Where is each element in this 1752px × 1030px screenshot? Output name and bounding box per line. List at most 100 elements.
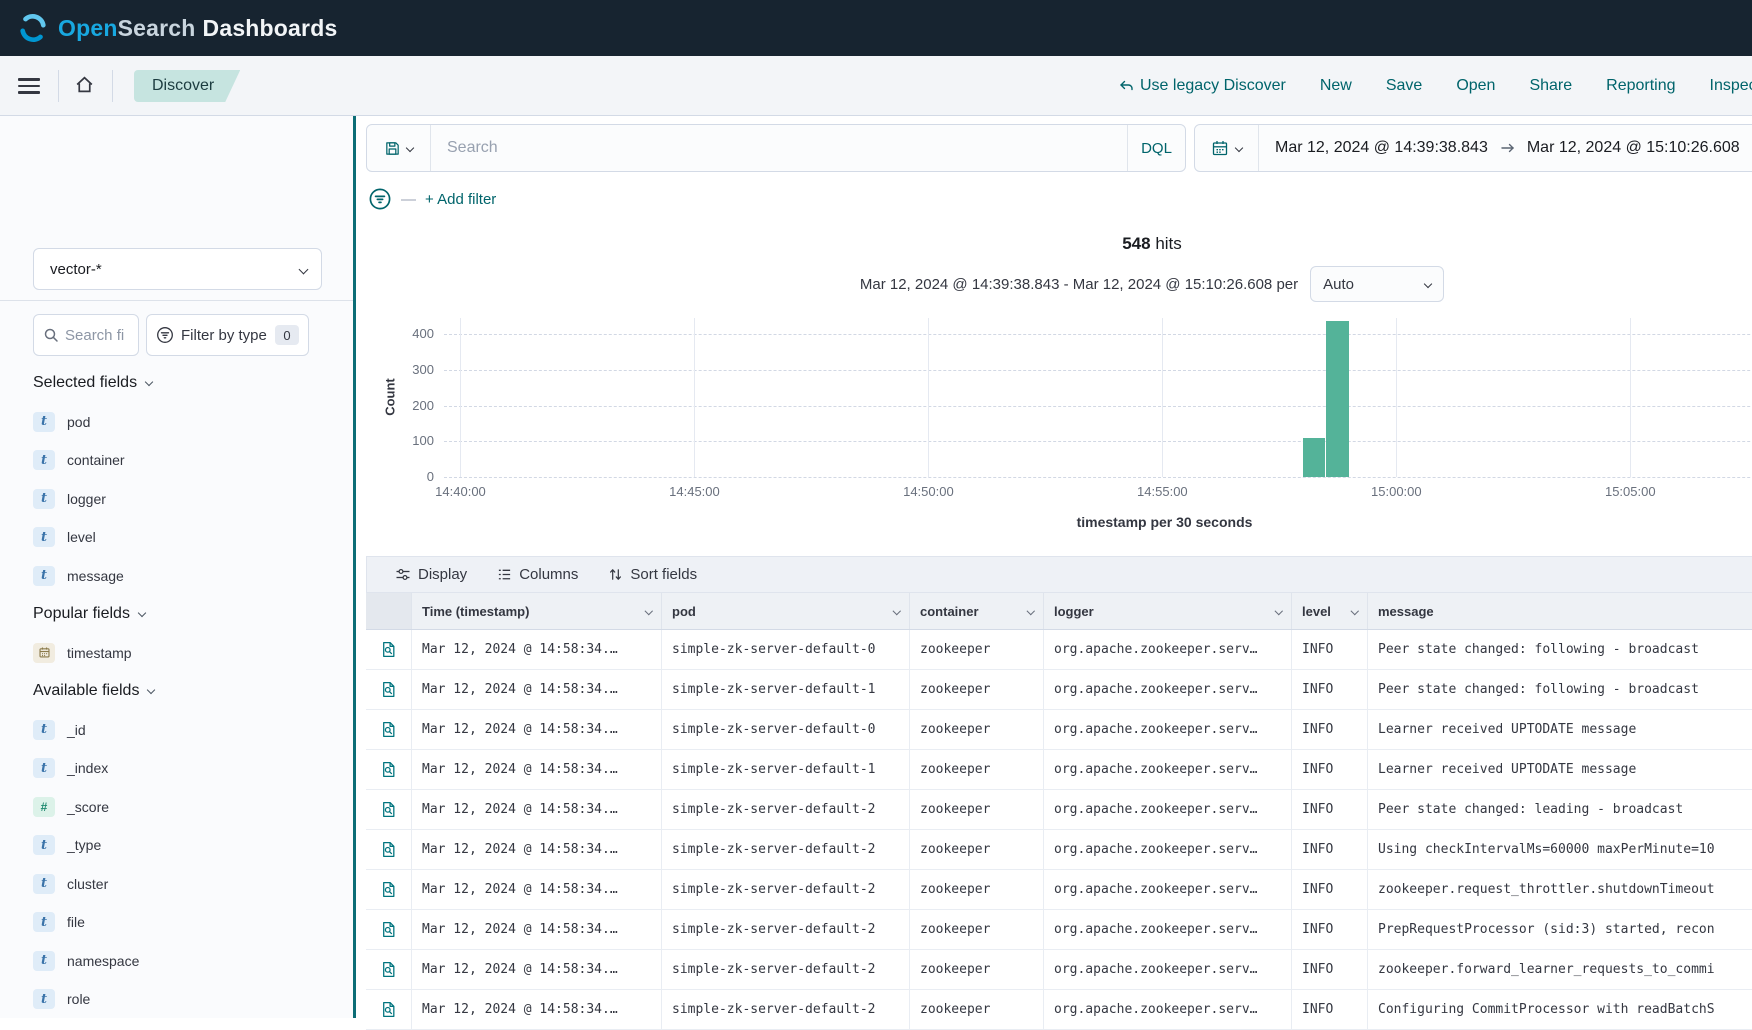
expand-document-button[interactable] [366,790,412,829]
opensearch-logo-icon[interactable] [18,13,48,43]
toolbar-menu-item[interactable]: New [1320,77,1352,95]
toolbar-menu-item[interactable]: Reporting [1606,77,1675,95]
index-pattern-select[interactable]: vector-* [33,248,322,290]
expand-column-header [366,593,412,629]
expand-document-button[interactable] [366,750,412,789]
field-type-icon: # [33,797,55,817]
filter-bar: — + Add filter [368,186,496,212]
field-item[interactable]: t namespace [33,942,337,981]
column-header-logger[interactable]: logger [1044,593,1292,629]
interval-value: Auto [1323,276,1354,293]
expand-document-button[interactable] [366,830,412,869]
field-item[interactable]: t _id [33,711,337,750]
expand-document-button[interactable] [366,710,412,749]
histogram-plot[interactable]: 010020030040014:40:0014:45:0014:50:0014:… [444,318,1752,477]
app-title: OpenSearchDashboards [58,15,337,42]
display-button[interactable]: Display [395,566,467,583]
popular-fields-header[interactable]: Popular fields [33,595,337,634]
expand-document-button[interactable] [366,870,412,909]
toolbar-menu: Use legacy Discover New Save Open Share Repo… [1118,56,1752,115]
search-input[interactable] [431,125,1127,171]
cell-message: Peer state changed: following - broadcas… [1368,670,1752,709]
x-gridline [694,318,695,477]
undo-icon [1118,78,1134,93]
cell-container: zookeeper [910,750,1044,789]
query-language-button[interactable]: DQL [1127,125,1185,171]
column-header-container[interactable]: container [910,593,1044,629]
cell-level: INFO [1292,750,1368,789]
field-item[interactable]: t role [33,980,337,1019]
field-search-input[interactable] [65,327,135,344]
cell-message: zookeeper.forward_learner_requests_to_co… [1368,950,1752,989]
field-item[interactable]: t message [33,557,337,596]
filter-set-icon[interactable] [368,187,392,211]
end-date-button[interactable]: Mar 12, 2024 @ 15:10:26.608 [1527,139,1740,157]
field-search-box[interactable] [33,314,139,356]
save-icon [384,140,401,157]
table-toolbar: Display Columns Sort fields [366,556,1752,592]
cell-logger: org.apache.zookeeper.serv… [1044,750,1292,789]
table-row: Mar 12, 2024 @ 14:58:34.… simple-zk-serv… [366,630,1752,670]
column-header-level[interactable]: level [1292,593,1368,629]
cell-logger: org.apache.zookeeper.serv… [1044,630,1292,669]
field-item[interactable]: t cluster [33,865,337,904]
available-fields-header[interactable]: Available fields [33,672,337,711]
expand-document-button[interactable] [366,670,412,709]
filter-by-type-button[interactable]: Filter by type 0 [146,314,309,356]
field-list: Selected fields t pod t container t logg… [33,364,337,1019]
field-item[interactable]: t logger [33,480,337,519]
cell-level: INFO [1292,990,1368,1029]
selected-fields-header[interactable]: Selected fields [33,364,337,403]
interval-select[interactable]: Auto [1310,266,1444,302]
field-name: level [67,529,96,545]
sort-fields-button[interactable]: Sort fields [608,566,697,583]
toolbar-menu-item[interactable]: Inspect [1710,77,1752,95]
cell-container: zookeeper [910,830,1044,869]
field-name: namespace [67,953,139,969]
breadcrumb[interactable]: Discover [134,70,240,102]
add-filter-button[interactable]: + Add filter [425,191,496,208]
histogram-bar[interactable] [1303,438,1325,477]
x-gridline [1162,318,1163,477]
expand-document-button[interactable] [366,950,412,989]
column-header-time[interactable]: Time (timestamp) [412,593,662,629]
menu-icon[interactable] [18,75,40,97]
cell-logger: org.apache.zookeeper.serv… [1044,790,1292,829]
expand-document-button[interactable] [366,630,412,669]
expand-document-button[interactable] [366,990,412,1029]
start-date-button[interactable]: Mar 12, 2024 @ 14:39:38.843 [1275,139,1488,157]
cell-level: INFO [1292,910,1368,949]
field-item-timestamp[interactable]: timestamp [33,634,337,673]
histogram-bar[interactable] [1326,321,1348,477]
field-name: file [67,914,85,930]
field-item[interactable]: # _score [33,788,337,827]
cell-container: zookeeper [910,990,1044,1029]
column-header-pod[interactable]: pod [662,593,910,629]
field-item[interactable]: t pod [33,403,337,442]
cell-container: zookeeper [910,910,1044,949]
columns-button[interactable]: Columns [497,566,578,583]
field-item[interactable]: t file [33,903,337,942]
x-gridline [928,318,929,477]
field-item[interactable]: t _index [33,749,337,788]
range-text: Mar 12, 2024 @ 14:39:38.843 - Mar 12, 20… [860,276,1298,293]
field-item[interactable]: t container [33,441,337,480]
field-item[interactable]: t _type [33,826,337,865]
toolbar-menu-item[interactable]: Save [1386,77,1422,95]
available-fields-list: t _id t _index # _score t _type [33,711,337,1019]
toolbar-menu-item[interactable]: Share [1529,77,1572,95]
column-header-message[interactable]: message [1368,593,1752,629]
toolbar-menu-item[interactable]: Open [1456,77,1495,95]
chevron-down-icon [406,144,414,152]
display-settings-icon [395,567,411,583]
saved-query-button[interactable] [367,125,431,171]
home-icon[interactable] [74,74,95,94]
cell-pod: simple-zk-server-default-1 [662,750,910,789]
field-name: pod [67,414,90,430]
date-quick-select-button[interactable] [1195,125,1259,171]
use-legacy-discover-link[interactable]: Use legacy Discover [1118,77,1286,95]
cell-time: Mar 12, 2024 @ 14:58:34.… [412,830,662,869]
field-item[interactable]: t level [33,518,337,557]
expand-document-button[interactable] [366,910,412,949]
field-type-icon: t [33,835,55,855]
